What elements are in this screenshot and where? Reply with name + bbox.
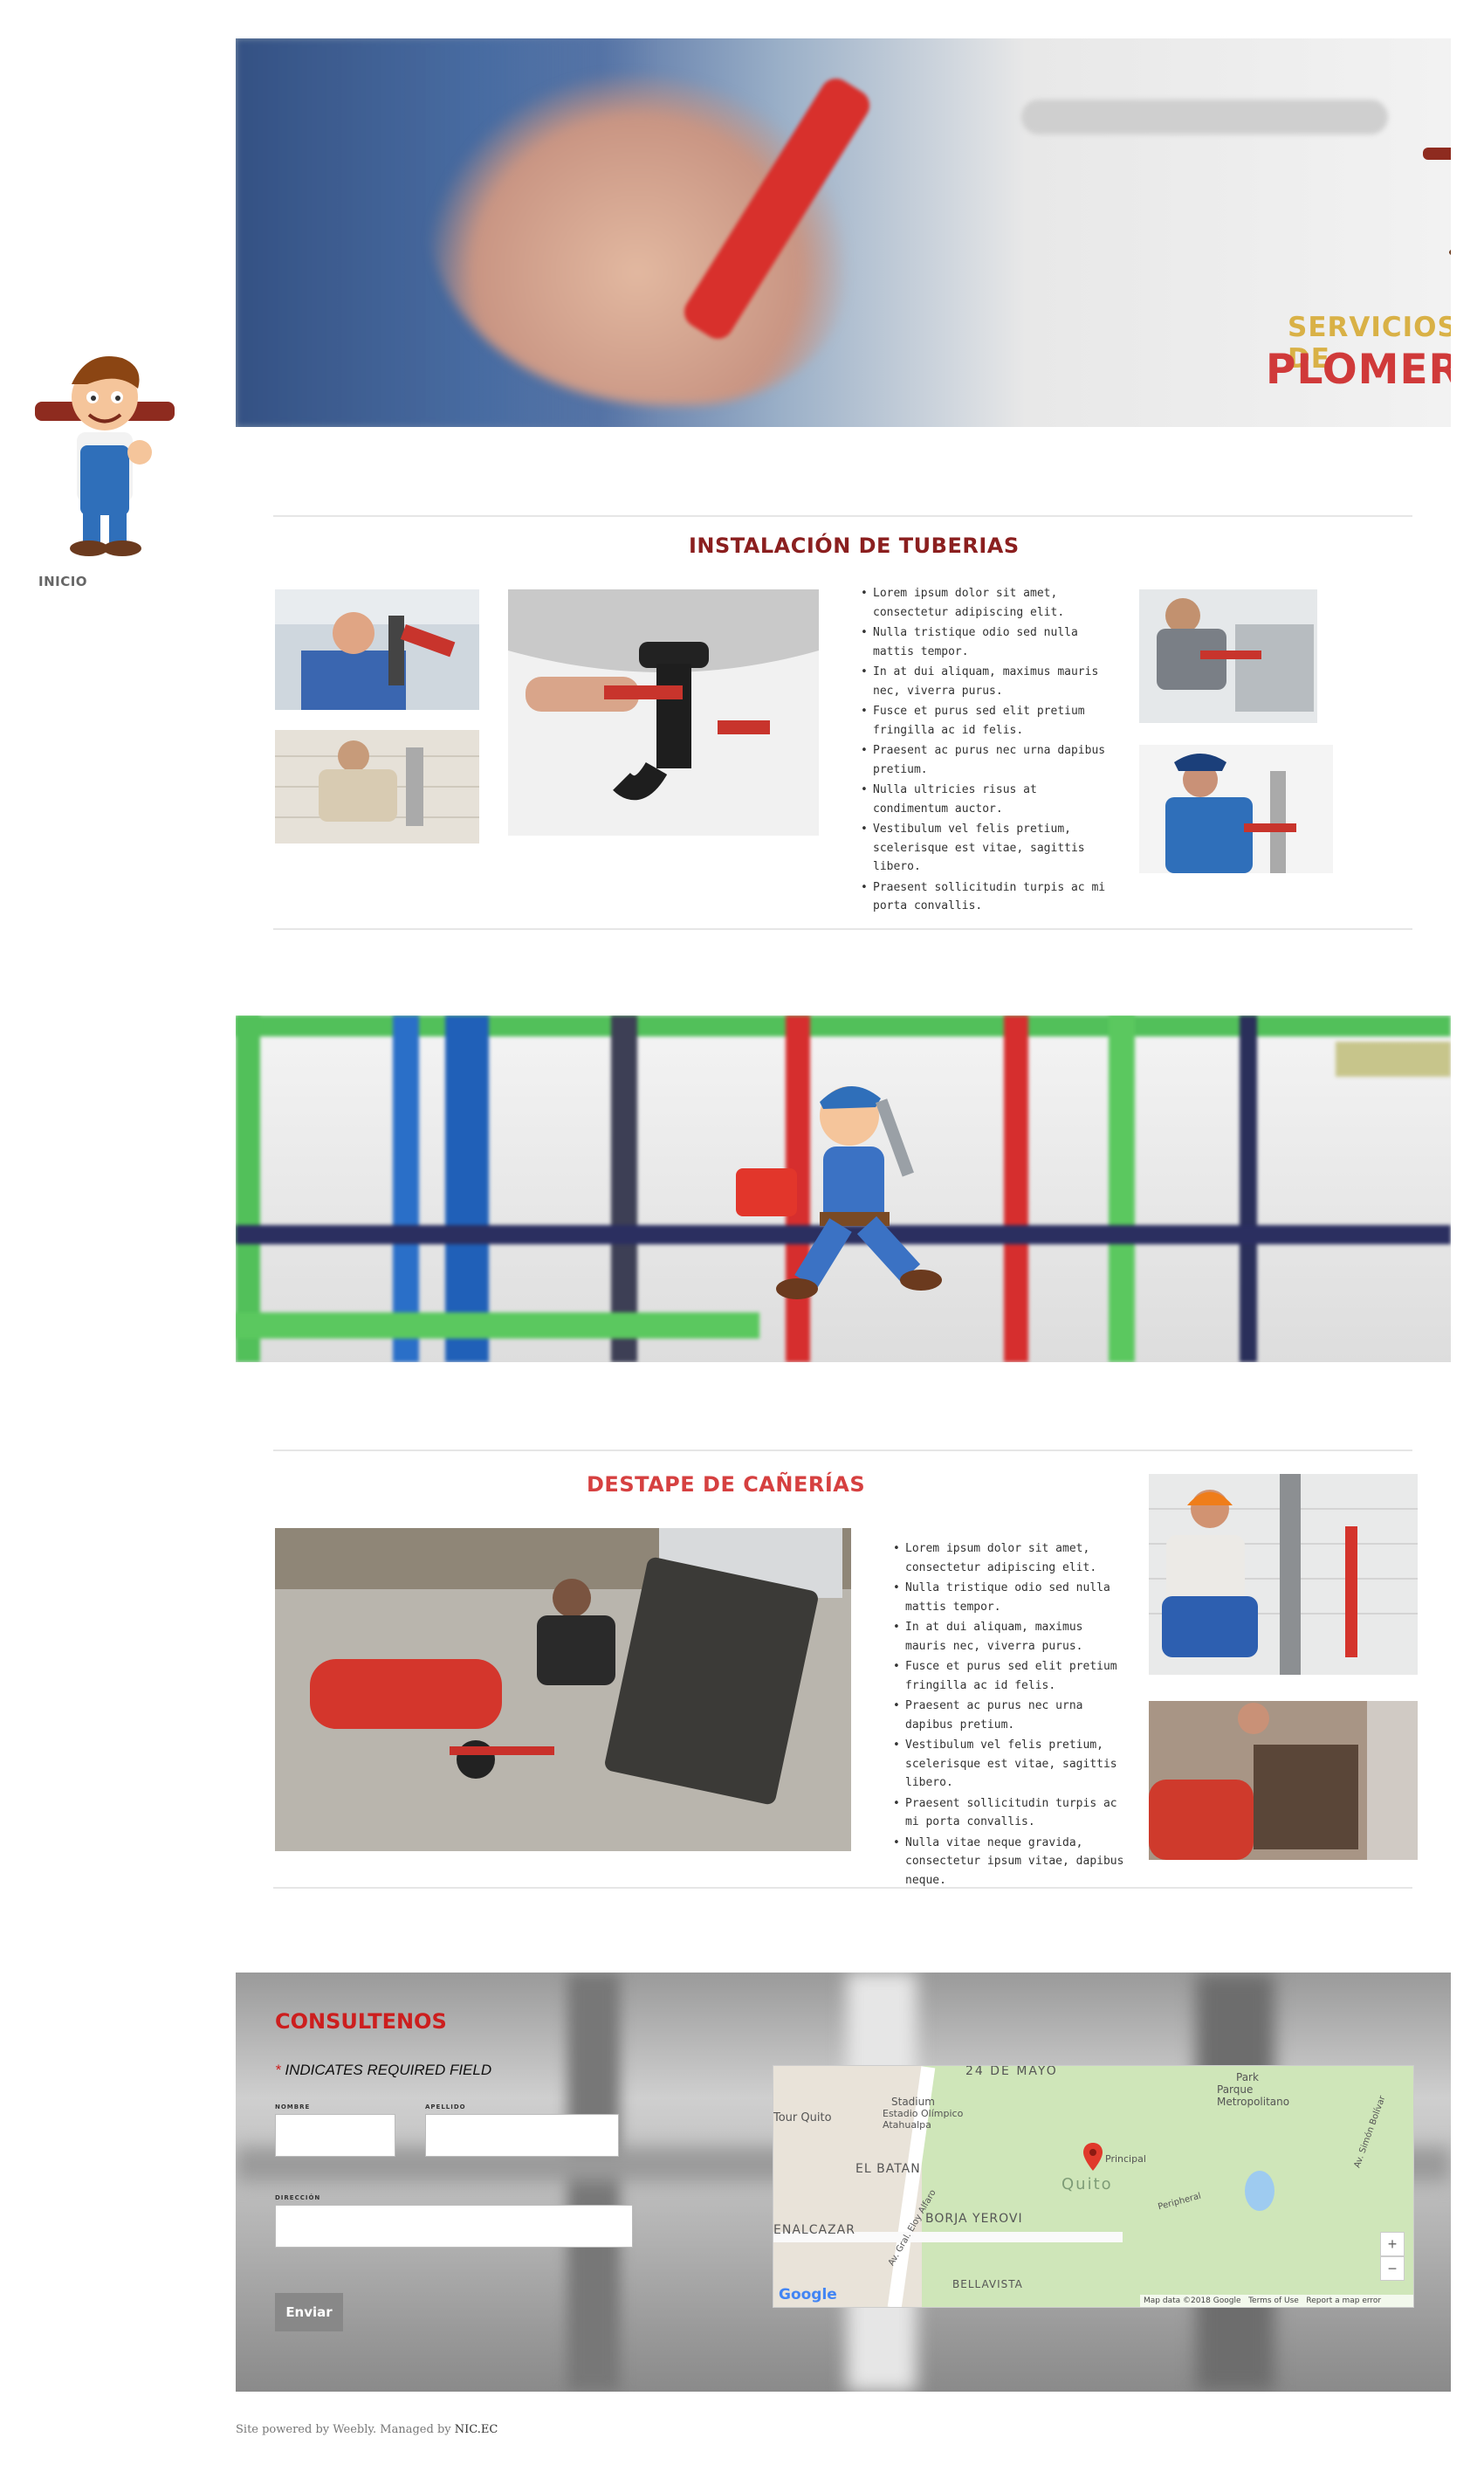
direccion-field[interactable]	[275, 2205, 633, 2248]
contact-bg-pipe	[567, 1973, 620, 2392]
list-item: Praesent sollicitudin turpis ac mi porta…	[893, 1794, 1129, 1832]
photo-sewer-machine	[1149, 1701, 1418, 1860]
map-label: Principal	[1105, 2153, 1146, 2165]
map-label: BORJA YEROVI	[925, 2212, 1023, 2226]
list-item: Lorem ipsum dolor sit amet, consectetur …	[893, 1539, 1129, 1577]
hero-banner: SERVICIOS DE PLOMERIA	[236, 38, 1451, 427]
photo-plumber-sink	[1139, 745, 1333, 873]
map-report-link[interactable]: Report a map error	[1306, 2296, 1381, 2305]
contact-section: CONSULTENOS * INDICATES REQUIRED FIELD N…	[236, 1973, 1451, 2392]
map-label: ENALCAZAR	[773, 2223, 855, 2237]
required-note-text: INDICATES REQUIRED FIELD	[285, 2062, 492, 2078]
map-zoom-out-button[interactable]: −	[1380, 2256, 1405, 2281]
photo-sink-pipes	[508, 589, 819, 836]
section1-bullet-list: Lorem ipsum dolor sit amet, consectetur …	[861, 584, 1114, 918]
list-item: Nulla tristique odio sed nulla mattis te…	[893, 1579, 1129, 1616]
list-item: In at dui aliquam, maximus mauris nec, v…	[861, 663, 1114, 700]
section-divider	[273, 515, 1412, 517]
photo-faucet-repair	[1139, 589, 1317, 723]
footer-text: Site powered by Weebly. Managed by	[236, 2423, 451, 2436]
list-item: Lorem ipsum dolor sit amet, consectetur …	[861, 584, 1114, 622]
section-divider	[273, 928, 1412, 930]
submit-button[interactable]: Enviar	[275, 2293, 343, 2331]
map-terms-link[interactable]: Terms of Use	[1248, 2296, 1299, 2305]
map-data-text: Map data ©2018 Google	[1144, 2296, 1241, 2305]
map-park-area	[922, 2066, 1413, 2307]
required-star: *	[275, 2062, 281, 2078]
apellido-label: APELLIDO	[425, 2104, 466, 2110]
list-item: Nulla tristique odio sed nulla mattis te…	[861, 623, 1114, 661]
map-label: Tour Quito	[773, 2111, 832, 2124]
nombre-label: NOMBRE	[275, 2104, 311, 2110]
map-label: BELLAVISTA	[952, 2278, 1023, 2290]
hero-title-line2: PLOMERIA	[1266, 346, 1451, 394]
plumber-mascot-logo[interactable]	[35, 349, 175, 559]
list-item: In at dui aliquam, maximus mauris nec, v…	[893, 1618, 1129, 1656]
section-title-instalacion: INSTALACIÓN DE TUBERIAS	[689, 534, 1020, 558]
photo-plumber-smiling	[275, 589, 479, 710]
list-item: Vestibulum vel felis pretium, scelerisqu…	[893, 1736, 1129, 1793]
google-logo[interactable]: Google	[779, 2286, 837, 2303]
list-item: Fusce et purus sed elit pretium fringill…	[861, 702, 1114, 740]
location-map[interactable]: 24 DE MAYO Park Parque Metropolitano Sta…	[773, 2065, 1414, 2308]
nav-item-inicio[interactable]: INICIO	[38, 574, 87, 589]
list-item: Praesent ac purus nec urna dapibus preti…	[861, 741, 1114, 779]
section2-bullet-list: Lorem ipsum dolor sit amet, consectetur …	[893, 1539, 1129, 1891]
hero-bg-pipe	[1021, 100, 1388, 134]
photo-plumber-helmet	[1149, 1474, 1418, 1675]
section-divider	[273, 1449, 1412, 1451]
list-item: Fusce et purus sed elit pretium fringill…	[893, 1657, 1129, 1695]
map-pin-icon[interactable]	[1083, 2143, 1103, 2171]
nombre-field[interactable]	[275, 2114, 395, 2157]
apellido-field[interactable]	[425, 2114, 619, 2157]
contact-title: CONSULTENOS	[275, 2009, 447, 2034]
section-divider	[273, 1887, 1412, 1889]
hero-mascot-icon	[1423, 148, 1451, 255]
list-item: Praesent sollicitudin turpis ac mi porta…	[861, 878, 1114, 916]
map-label: Parque Metropolitano	[1217, 2083, 1290, 2108]
photo-plumber-wall	[275, 730, 479, 843]
map-label: Park	[1236, 2071, 1259, 2083]
photo-drain-cleaning	[275, 1528, 851, 1851]
required-field-note: * INDICATES REQUIRED FIELD	[275, 2062, 491, 2079]
footer-link-nic[interactable]: NIC.EC	[455, 2423, 498, 2436]
section-title-destape: DESTAPE DE CAÑERÍAS	[587, 1472, 866, 1497]
map-label: Estadio Olímpico Atahualpa	[883, 2108, 964, 2131]
list-item: Nulla ultricies risus at condimentum auc…	[861, 781, 1114, 818]
plumber-running-illustration	[736, 1085, 942, 1299]
list-item: Nulla vitae neque gravida, consectetur i…	[893, 1834, 1129, 1890]
map-attribution: Map data ©2018 Google Terms of Use Repor…	[1140, 2295, 1413, 2307]
map-label: EL BATAN	[855, 2162, 921, 2176]
map-label: 24 DE MAYO	[965, 2065, 1058, 2078]
list-item: Vestibulum vel felis pretium, scelerisqu…	[861, 820, 1114, 877]
map-label: Stadium	[891, 2096, 935, 2108]
map-label: Quito	[1061, 2175, 1113, 2193]
map-lake	[1245, 2171, 1274, 2211]
direccion-label: DIRECCIÓN	[275, 2194, 321, 2201]
footer: Site powered by Weebly. Managed by NIC.E…	[236, 2423, 498, 2436]
map-zoom-in-button[interactable]: +	[1380, 2232, 1405, 2256]
list-item: Praesent ac purus nec urna dapibus preti…	[893, 1697, 1129, 1734]
